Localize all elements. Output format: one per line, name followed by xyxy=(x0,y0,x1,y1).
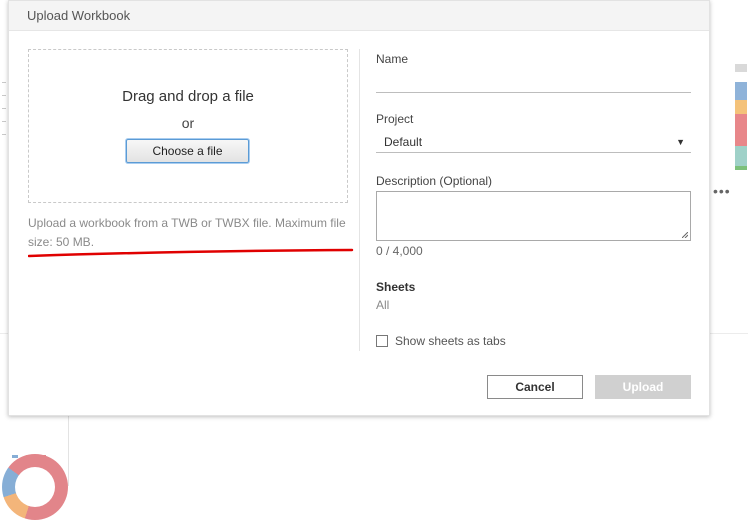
background-chart-bar xyxy=(735,166,747,170)
background-legend xyxy=(12,445,72,458)
background-left-strip xyxy=(0,70,8,170)
dropzone-or-text: or xyxy=(181,115,195,131)
dropzone-title: Drag and drop a file xyxy=(122,88,254,105)
project-selected-value: Default xyxy=(384,135,423,149)
dropdown-arrow-icon: ▼ xyxy=(676,137,685,147)
sheets-heading: Sheets xyxy=(376,280,416,294)
background-chart-bar xyxy=(735,64,747,72)
red-underline-annotation xyxy=(28,248,354,258)
choose-file-button[interactable]: Choose a file xyxy=(126,139,249,163)
project-select[interactable]: Default ▼ xyxy=(376,131,691,153)
more-options-icon[interactable]: ••• xyxy=(713,184,731,198)
show-sheets-as-tabs-option[interactable]: Show sheets as tabs xyxy=(376,333,506,349)
cancel-button[interactable]: Cancel xyxy=(487,375,583,399)
background-chart-bar xyxy=(735,146,747,166)
panel-divider xyxy=(359,49,360,351)
background-chart-bar xyxy=(735,100,747,114)
name-input[interactable] xyxy=(376,92,691,93)
file-dropzone[interactable]: Drag and drop a file or Choose a file xyxy=(28,49,348,203)
description-textarea[interactable] xyxy=(376,191,691,241)
background-donut-chart xyxy=(2,432,72,520)
upload-button: Upload xyxy=(595,375,691,399)
resize-grip-icon[interactable] xyxy=(682,232,688,238)
donut-chart-graphic xyxy=(2,454,68,520)
project-label: Project xyxy=(376,112,414,126)
show-sheets-as-tabs-checkbox[interactable] xyxy=(376,335,388,347)
description-char-counter: 0 / 4,000 xyxy=(376,244,423,258)
show-sheets-as-tabs-label: Show sheets as tabs xyxy=(395,334,506,348)
description-label: Description (Optional) xyxy=(376,174,493,188)
name-label: Name xyxy=(376,52,409,66)
dialog-title: Upload Workbook xyxy=(9,1,709,31)
upload-workbook-dialog: Upload Workbook Drag and drop a file or … xyxy=(8,0,710,416)
background-chart-bar xyxy=(735,82,747,100)
background-chart-card xyxy=(710,42,748,170)
background-chart-bar xyxy=(735,114,747,146)
sheets-value: All xyxy=(376,298,390,312)
